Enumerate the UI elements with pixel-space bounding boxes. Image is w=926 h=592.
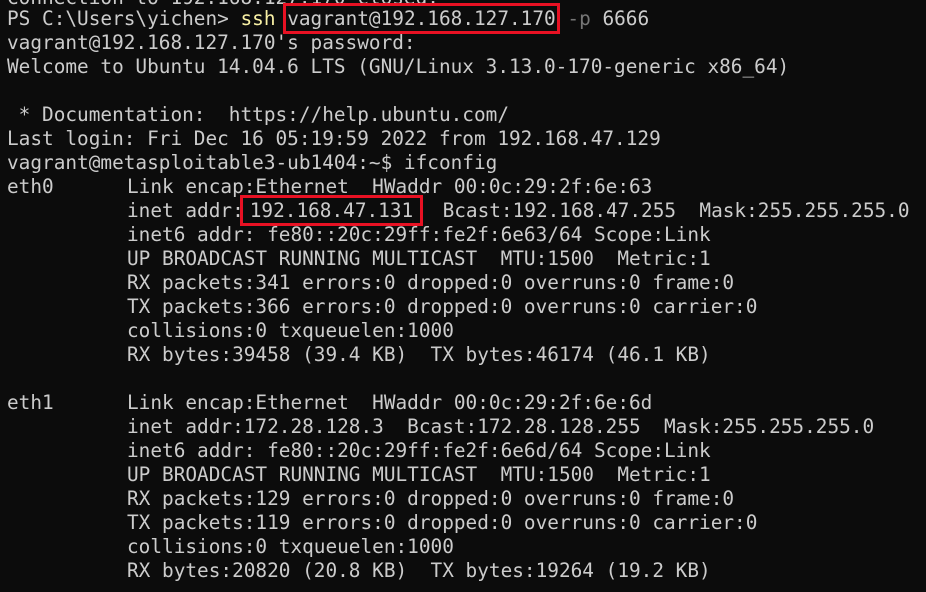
eth1-collisions: collisions:0 txqueuelen:1000 (127, 535, 454, 558)
welcome-line: Welcome to Ubuntu 14.04.6 LTS (GNU/Linux… (7, 55, 790, 78)
documentation-line: * Documentation: https://help.ubuntu.com… (7, 103, 509, 126)
eth1-flags: UP BROADCAST RUNNING MULTICAST MTU:1500 … (127, 463, 711, 486)
eth0-inet-rest: Bcast:192.168.47.255 Mask:255.255.255.0 (442, 199, 910, 222)
eth0-rx-packets: RX packets:341 errors:0 dropped:0 overru… (127, 271, 735, 294)
eth0-inet6: inet6 addr: fe80::20c:29ff:fe2f:6e63/64 … (127, 223, 711, 246)
shell-command-line: vagrant@metasploitable3-ub1404:~$ ifconf… (7, 151, 497, 175)
shell-command: ifconfig (403, 151, 498, 174)
ssh-port-flag: -p (567, 7, 591, 30)
eth1-link: Link encap:Ethernet HWaddr 00:0c:29:2f:6… (127, 391, 653, 414)
eth1-inet: inet addr:172.28.128.3 Bcast:172.28.128.… (127, 415, 875, 438)
powershell-prompt: PS C:\Users\yichen> (7, 7, 241, 30)
eth0-flags: UP BROADCAST RUNNING MULTICAST MTU:1500 … (127, 247, 711, 270)
ssh-port: 6666 (602, 7, 650, 30)
terminal-window[interactable]: Connection to 192.168.127.170 closed. PS… (0, 0, 926, 592)
eth0-inet-label: inet addr: (127, 199, 244, 222)
ssh-command-line: PS C:\Users\yichen> ssh vagrant@192.168.… (7, 3, 650, 34)
eth0-collisions: collisions:0 txqueuelen:1000 (127, 319, 454, 342)
eth0-link: Link encap:Ethernet HWaddr 00:0c:29:2f:6… (127, 175, 653, 198)
password-prompt: vagrant@192.168.127.170's password: (7, 31, 416, 54)
eth1-interface-name: eth1 (7, 391, 54, 414)
eth1-rx-packets: RX packets:129 errors:0 dropped:0 overru… (127, 487, 735, 510)
eth0-inet: inet addr: 192.168.47.131 Bcast:192.168.4… (127, 195, 910, 226)
eth1-bytes: RX bytes:20820 (20.8 KB) TX bytes:19264 … (127, 559, 711, 582)
eth0-ip-highlight: 192.168.47.131 (239, 195, 424, 226)
last-login-line: Last login: Fri Dec 16 05:19:59 2022 fro… (7, 127, 661, 150)
eth0-interface-name: eth0 (7, 175, 54, 198)
shell-prompt: vagrant@metasploitable3-ub1404:~$ (7, 151, 404, 174)
eth0-bytes: RX bytes:39458 (39.4 KB) TX bytes:46174 … (127, 343, 711, 366)
ssh-target-highlight: vagrant@192.168.127.170 (283, 3, 560, 34)
eth0-tx-packets: TX packets:366 errors:0 dropped:0 overru… (127, 295, 758, 318)
ssh-command: ssh (240, 7, 276, 30)
eth1-tx-packets: TX packets:119 errors:0 dropped:0 overru… (127, 511, 758, 534)
eth1-inet6: inet6 addr: fe80::20c:29ff:fe2f:6e6d/64 … (127, 439, 711, 462)
